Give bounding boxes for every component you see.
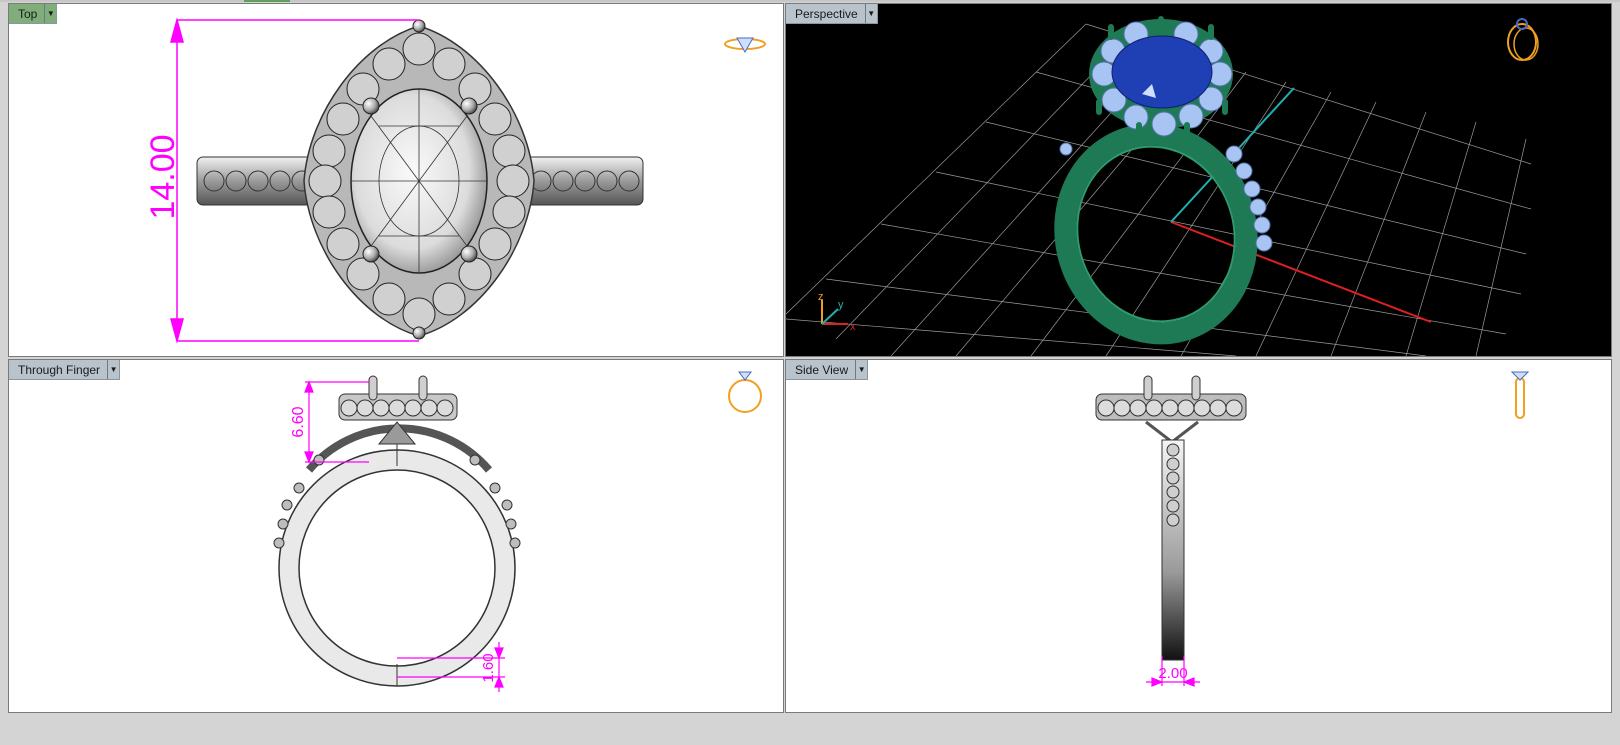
viewport-label-top[interactable]: Top ▼ (9, 4, 58, 24)
band-right (516, 156, 644, 206)
ring-perspective-thumbnail-icon (1507, 18, 1539, 61)
ring-top-thumbnail-icon (724, 37, 766, 54)
top-view-ring-drawing: 14.00 (144, 17, 766, 344)
viewport-top[interactable]: 14.00 Top ▼ (8, 3, 784, 357)
chevron-down-icon[interactable]: ▼ (107, 360, 119, 379)
axis-y-label: y (838, 299, 844, 311)
active-tab-indicator (244, 0, 290, 2)
chevron-down-icon[interactable]: ▼ (44, 4, 56, 23)
dimension-2-00-label: 2.00 (1158, 665, 1187, 682)
dimension-14-label: 14.00 (144, 134, 182, 219)
axes-widget: x y z (818, 291, 856, 333)
axis-z-label: z (818, 291, 824, 303)
axis-x-label: x (850, 321, 856, 333)
viewport-title: Perspective (795, 6, 858, 21)
dimension-1-60-label: 1.60 (480, 653, 497, 682)
viewport-side-view[interactable]: 2.00 Side View ▼ (785, 359, 1612, 713)
viewport-label-through-finger[interactable]: Through Finger ▼ (9, 360, 121, 380)
viewport-perspective[interactable]: x y z Perspective ▼ (785, 3, 1612, 357)
dimension-6-60-label: 6.60 (290, 406, 307, 437)
viewport-through-finger[interactable]: 6.60 1.60 Through Finger ▼ (8, 359, 784, 713)
side-view-ring-drawing: 2.00 (1095, 371, 1530, 687)
ring-side-thumbnail-icon (1510, 371, 1530, 419)
center-stone-facets (351, 89, 487, 273)
perspective-view-ring-drawing: x y z (786, 16, 1539, 356)
viewport-title: Top (18, 6, 38, 21)
chevron-down-icon[interactable]: ▼ (864, 4, 877, 23)
side-support (1145, 420, 1199, 444)
ring-inner (298, 469, 496, 667)
front-view-ring-drawing: 6.60 1.60 (273, 371, 762, 692)
viewport-title: Side View (795, 362, 849, 377)
viewport-label-side-view[interactable]: Side View ▼ (786, 360, 869, 380)
viewport-label-perspective[interactable]: Perspective ▼ (786, 4, 878, 24)
viewport-title: Through Finger (18, 362, 101, 377)
side-head-stones (1097, 399, 1243, 417)
ring-front-thumbnail-icon (728, 371, 762, 413)
chevron-down-icon[interactable]: ▼ (855, 360, 867, 379)
center-stone-blue (1111, 35, 1213, 109)
top-strip (0, 0, 1620, 2)
